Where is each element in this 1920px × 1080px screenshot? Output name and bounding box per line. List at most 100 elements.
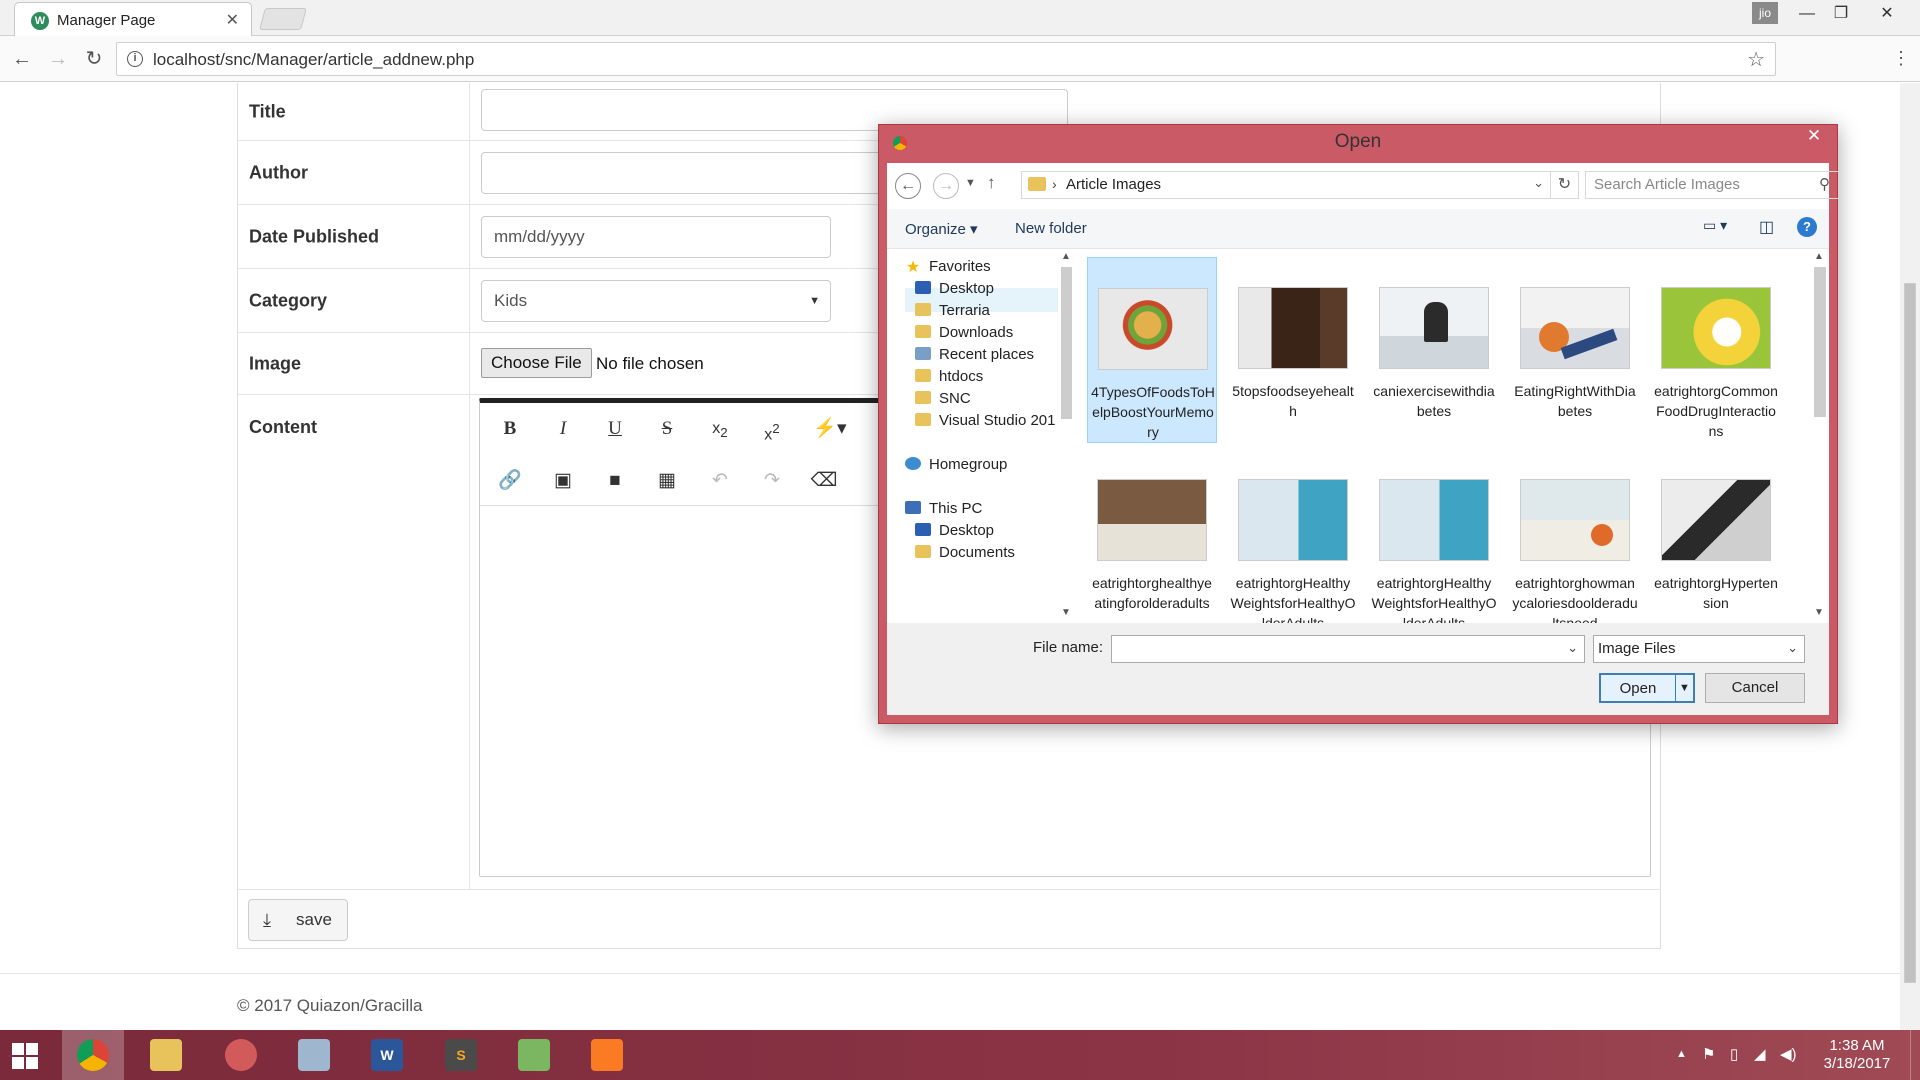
open-split-dropdown-icon[interactable]: ▼ (1675, 675, 1693, 701)
eraser-icon[interactable]: ⌫ (804, 465, 844, 497)
recent-locations-icon[interactable]: ▼ (965, 177, 976, 189)
forward-arrow-icon[interactable]: → (44, 45, 72, 73)
nav-pc-documents[interactable]: Documents (915, 541, 1015, 565)
flag-icon[interactable]: ⚑ (1702, 1045, 1715, 1063)
info-icon[interactable]: i (127, 51, 143, 67)
chevron-down-icon[interactable]: ⌄ (1533, 175, 1544, 191)
reload-icon[interactable]: ↻ (80, 45, 108, 73)
category-select[interactable]: Kids ▼ (481, 280, 831, 322)
chevron-right-icon[interactable]: › (1052, 176, 1057, 192)
network-icon[interactable]: ◢ (1754, 1045, 1766, 1063)
scroll-up-icon[interactable]: ▲ (1814, 251, 1824, 262)
video-icon[interactable]: ■ (595, 465, 635, 497)
file-name-input[interactable]: ⌄ (1111, 635, 1585, 663)
refresh-icon[interactable]: ↻ (1551, 171, 1579, 199)
browser-tab[interactable]: W Manager Page ✕ (14, 2, 252, 36)
nav-desktop[interactable]: Desktop (915, 277, 994, 301)
file-item[interactable]: caniexercisewithdiabetes (1369, 257, 1499, 419)
underline-icon[interactable]: U (595, 413, 635, 445)
choose-file-button[interactable]: Choose File (481, 348, 592, 378)
nav-visual-studio[interactable]: Visual Studio 201 (915, 409, 1055, 433)
breadcrumb[interactable]: › Article Images ⌄ (1021, 171, 1551, 199)
forward-circle-icon[interactable]: → (933, 173, 959, 199)
nav-this-pc[interactable]: This PC (905, 497, 982, 521)
nav-homegroup[interactable]: Homegroup (905, 453, 1007, 477)
tab-close-icon[interactable]: ✕ (226, 10, 239, 30)
breadcrumb-folder[interactable]: Article Images (1066, 176, 1161, 193)
file-item[interactable]: 4TypesOfFoodsToHelpBoostYourMemory (1087, 257, 1217, 443)
view-options-icon[interactable]: ▭ ▾ (1703, 217, 1727, 234)
organize-button[interactable]: Organize ▾ (905, 220, 978, 238)
nav-recent-places[interactable]: Recent places (915, 343, 1034, 367)
new-folder-button[interactable]: New folder (1015, 220, 1087, 237)
scroll-up-icon[interactable]: ▲ (1061, 251, 1071, 262)
superscript-icon[interactable]: x2 (752, 413, 792, 445)
bold-icon[interactable]: B (490, 413, 530, 445)
file-item[interactable]: eatrightorgHealthyWeightsforHealthyOlder… (1228, 449, 1358, 623)
file-scrollbar-thumb[interactable] (1814, 267, 1826, 417)
cancel-button[interactable]: Cancel (1705, 673, 1805, 703)
file-type-select[interactable]: Image Files ⌄ (1593, 635, 1805, 663)
file-item[interactable]: eatrightorgHypertension (1651, 449, 1781, 611)
file-item[interactable]: eatrightorgCommonFoodDrugInteractions (1651, 257, 1781, 439)
address-bar[interactable]: i localhost/snc/Manager/article_addnew.p… (116, 42, 1776, 76)
maximize-icon[interactable]: ❐ (1818, 0, 1864, 30)
date-input[interactable]: mm/dd/yyyy (481, 216, 831, 258)
nav-favorites[interactable]: ★ Favorites (905, 255, 991, 279)
search-icon[interactable]: ⚲ (1819, 175, 1830, 193)
strikethrough-icon[interactable]: S (647, 413, 687, 445)
scroll-down-icon[interactable]: ▼ (1814, 607, 1824, 618)
preview-pane-icon[interactable]: ◫ (1759, 217, 1774, 237)
file-item[interactable]: eatrightorghealthyeatingforolderadults (1087, 449, 1217, 611)
bookmark-star-icon[interactable]: ☆ (1747, 47, 1765, 72)
back-arrow-icon[interactable]: ← (8, 45, 36, 73)
file-item[interactable]: 5topsfoodseyehealth (1228, 257, 1358, 419)
nav-snc[interactable]: SNC (915, 387, 971, 411)
file-item[interactable]: eatrightorghowmanycaloriesdoolderadultsn… (1510, 449, 1640, 623)
save-button[interactable]: ⤓ save (248, 899, 348, 941)
image-icon[interactable]: ▣ (543, 465, 583, 497)
taskbar-word[interactable]: W (356, 1030, 418, 1080)
subscript-icon[interactable]: x2 (700, 413, 740, 445)
start-button[interactable] (0, 1030, 56, 1080)
page-scrollbar-thumb[interactable] (1904, 283, 1916, 983)
nav-downloads[interactable]: Downloads (915, 321, 1013, 345)
nav-terraria[interactable]: Terraria (915, 299, 990, 323)
taskbar-chrome[interactable] (62, 1030, 124, 1080)
volume-icon[interactable]: ◀) (1780, 1045, 1797, 1063)
nav-pc-desktop[interactable]: Desktop (915, 519, 994, 543)
help-icon[interactable]: ? (1797, 217, 1817, 237)
open-button[interactable]: Open ▼ (1599, 673, 1695, 703)
italic-icon[interactable]: I (543, 413, 583, 445)
taskbar-sublime[interactable]: S (430, 1030, 492, 1080)
taskbar-calculator[interactable] (283, 1030, 345, 1080)
taskbar-app-green[interactable] (503, 1030, 565, 1080)
scroll-down-icon[interactable]: ▼ (1061, 607, 1071, 618)
new-tab-button[interactable] (259, 8, 307, 30)
search-input[interactable]: Search Article Images ⚲ (1585, 171, 1839, 199)
nav-scrollbar-thumb[interactable] (1061, 267, 1072, 419)
magic-wand-icon[interactable]: ⚡▾ (810, 413, 850, 445)
taskbar-clock[interactable]: 1:38 AM 3/18/2017 (1812, 1037, 1902, 1073)
chevron-down-icon[interactable]: ⌄ (1567, 640, 1578, 656)
nav-scrollbar[interactable]: ▲ ▼ (1058, 249, 1075, 623)
browser-menu-icon[interactable]: ⋮ (1892, 48, 1910, 69)
tray-expand-icon[interactable]: ▲ (1676, 1048, 1687, 1060)
show-desktop-button[interactable] (1910, 1030, 1920, 1080)
up-arrow-icon[interactable]: ↑ (987, 173, 996, 193)
redo-icon[interactable]: ↷ (752, 465, 792, 497)
undo-icon[interactable]: ↶ (700, 465, 740, 497)
file-scrollbar[interactable]: ▲ ▼ (1811, 249, 1829, 623)
dialog-close-icon[interactable]: ✕ (1791, 125, 1837, 149)
link-icon[interactable]: 🔗 (490, 465, 530, 497)
page-scrollbar[interactable] (1900, 83, 1920, 1030)
taskbar-file-explorer[interactable] (135, 1030, 197, 1080)
file-item[interactable]: EatingRightWithDiabetes (1510, 257, 1640, 419)
profile-button[interactable]: jio (1752, 2, 1778, 24)
taskbar-xampp[interactable] (576, 1030, 638, 1080)
window-close-icon[interactable]: ✕ (1864, 0, 1910, 30)
nav-htdocs[interactable]: htdocs (915, 365, 983, 389)
battery-icon[interactable]: ▯ (1730, 1045, 1738, 1063)
table-icon[interactable]: ▦ (647, 465, 687, 497)
file-item[interactable]: eatrightorgHealthyWeightsforHealthyOlder… (1369, 449, 1499, 623)
